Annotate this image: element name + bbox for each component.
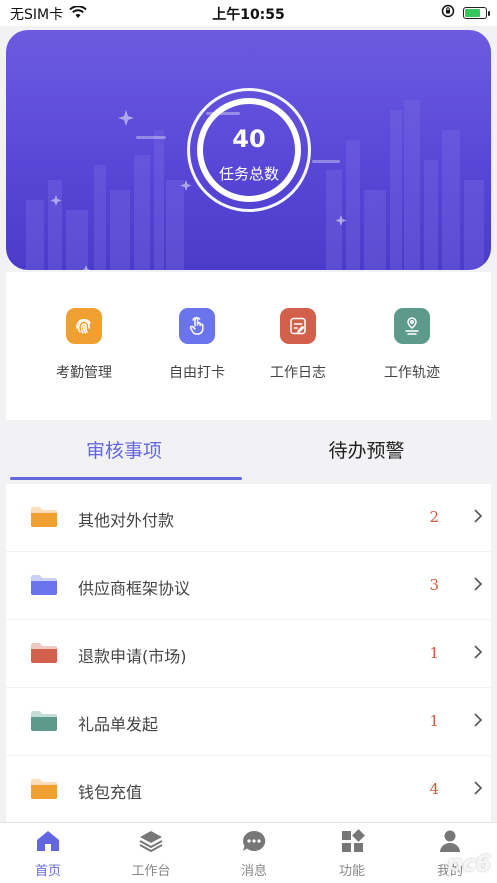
item-count: 1 [429, 712, 439, 730]
shortcut-label: 自由打卡 [169, 365, 225, 381]
battery-icon [463, 7, 490, 19]
active-tab-indicator [10, 477, 242, 480]
list-item[interactable]: 供应商框架协议 3 [6, 552, 491, 619]
status-bar: 无SIM卡 上午10:55 [0, 0, 497, 26]
layers-icon [138, 831, 164, 857]
shortcut-label: 工作轨迹 [384, 365, 440, 381]
item-count: 4 [429, 780, 439, 798]
nav-messages[interactable]: 消息 [214, 829, 294, 879]
item-name: 钱包充值 [78, 783, 143, 802]
chevron-right-icon [473, 712, 483, 732]
item-count: 1 [429, 644, 439, 662]
list-item[interactable]: 其他对外付款 2 [6, 484, 491, 551]
task-total-value: 40 [232, 125, 266, 153]
shortcut-attendance[interactable]: 考勤管理 [29, 308, 139, 382]
task-total-label: 任务总数 [218, 165, 279, 183]
nav-home[interactable]: 首页 [8, 829, 88, 879]
tap-hand-icon [179, 308, 215, 344]
chevron-right-icon [473, 644, 483, 664]
nav-functions[interactable]: 功能 [312, 829, 392, 879]
list-item[interactable]: 钱包充值 4 [6, 756, 491, 823]
list-item[interactable]: 礼品单发起 1 [6, 688, 491, 755]
orientation-lock-icon [441, 4, 455, 22]
list-item[interactable]: 退款申请(市场) 1 [6, 620, 491, 687]
nav-label: 消息 [240, 864, 267, 879]
shortcut-label: 考勤管理 [56, 365, 112, 381]
shortcut-panel: 考勤管理 自由打卡 工作日志 工作轨迹 [6, 272, 491, 420]
item-name: 其他对外付款 [78, 511, 175, 530]
home-icon [35, 831, 61, 857]
folder-icon [30, 506, 58, 532]
shortcut-free-checkin[interactable]: 自由打卡 [142, 308, 252, 382]
chat-icon [241, 830, 267, 857]
item-name: 供应商框架协议 [78, 579, 191, 598]
nav-workbench[interactable]: 工作台 [111, 829, 191, 879]
item-count: 2 [429, 508, 439, 526]
folder-icon [30, 710, 58, 736]
grid-icon [339, 829, 365, 857]
journal-icon [280, 308, 316, 344]
nav-label: 首页 [34, 864, 61, 879]
folder-icon [30, 642, 58, 668]
item-name: 礼品单发起 [78, 715, 159, 734]
chevron-right-icon [473, 576, 483, 596]
chevron-right-icon [473, 508, 483, 528]
shortcut-work-log[interactable]: 工作日志 [243, 308, 353, 382]
fingerprint-icon [66, 308, 102, 344]
bottom-tab-bar: 首页 工作台 消息 功能 我的 pc6 [0, 822, 497, 883]
nav-label: 工作台 [131, 864, 171, 879]
tab-pending-warnings[interactable]: 待办预警 [242, 425, 491, 481]
task-summary-card: 40 任务总数 [6, 30, 491, 270]
tab-review-items[interactable]: 审核事项 [6, 425, 242, 481]
shortcut-label: 工作日志 [270, 365, 326, 381]
nav-label: 功能 [338, 864, 365, 879]
item-name: 退款申请(市场) [78, 647, 187, 666]
chevron-right-icon [473, 780, 483, 800]
tab-strip: 审核事项 待办预警 [6, 425, 491, 481]
folder-icon [30, 574, 58, 600]
folder-icon [30, 778, 58, 804]
shortcut-work-track[interactable]: 工作轨迹 [357, 308, 467, 382]
status-right [441, 4, 490, 22]
location-track-icon [394, 308, 430, 344]
item-count: 3 [429, 576, 439, 594]
status-time: 上午10:55 [212, 7, 285, 23]
battery-fill [465, 9, 480, 17]
watermark-logo: pc6 [446, 852, 491, 877]
